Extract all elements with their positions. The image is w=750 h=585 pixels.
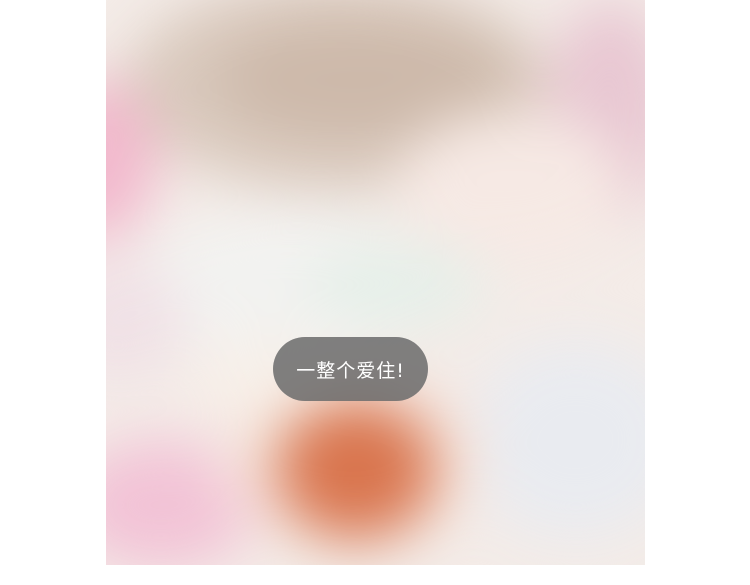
page: 一整个爱住! — [0, 0, 750, 585]
blurred-photo — [106, 0, 645, 565]
blur-blob — [396, 110, 626, 260]
blur-blob — [466, 340, 645, 540]
toast-message: 一整个爱住! — [273, 337, 428, 401]
orange-blur-blob — [276, 400, 436, 540]
toast-text: 一整个爱住! — [296, 359, 405, 382]
blurred-image-panel — [106, 0, 645, 565]
blur-blob — [306, 240, 486, 330]
